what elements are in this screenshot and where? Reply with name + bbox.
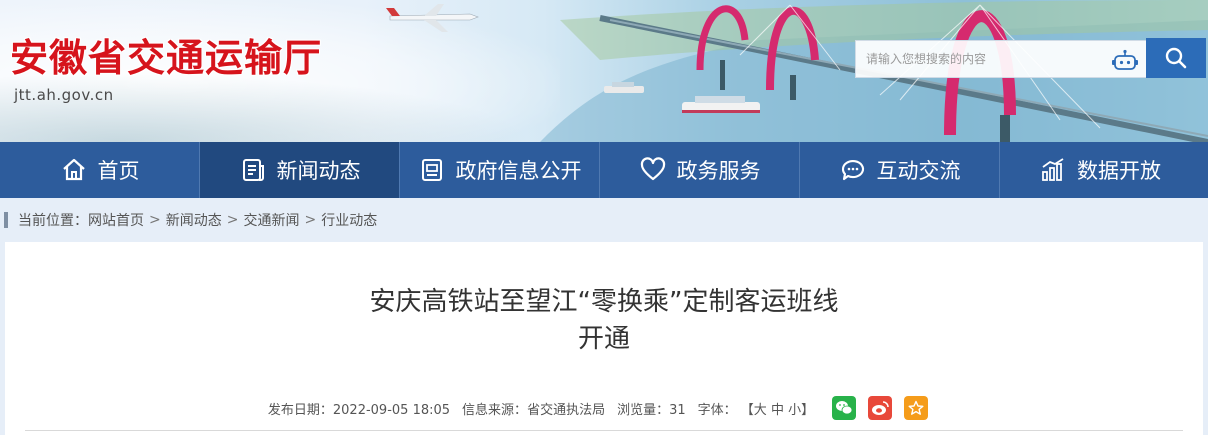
font-size-medium[interactable]: 中: [771, 403, 784, 418]
view-count: 浏览量：31: [617, 399, 686, 418]
font-size-large[interactable]: 【大: [741, 403, 767, 418]
breadcrumb: 当前位置： 网站首页 > 新闻动态 > 交通新闻 > 行业动态: [0, 198, 1208, 242]
article-title: 安庆高铁站至望江“零换乘”定制客运班线 开通: [5, 284, 1203, 358]
nav-item-label: 政务服务: [676, 159, 761, 183]
search-input[interactable]: [856, 41, 1106, 77]
nav-item-label: 首页: [97, 159, 140, 183]
site-title[interactable]: 安徽省交通运输厅: [10, 27, 322, 82]
weibo-icon: [872, 401, 889, 415]
breadcrumb-separator: >: [304, 212, 317, 228]
nav-item-label: 政府信息公开: [455, 159, 582, 183]
breadcrumb-traffic-news-link[interactable]: 交通新闻: [243, 210, 299, 230]
chat-icon: [841, 160, 864, 181]
wechat-icon: [836, 401, 853, 415]
breadcrumb-marker: [4, 212, 8, 228]
info-source: 信息来源：省交通执法局: [462, 399, 605, 418]
breadcrumb-news-link[interactable]: 新闻动态: [166, 210, 222, 230]
breadcrumb-home-link[interactable]: 网站首页: [88, 210, 144, 230]
star-icon: [908, 400, 924, 415]
article-meta: 发布日期：2022-09-05 18:05 信息来源：省交通执法局 浏览量：31…: [5, 395, 1203, 421]
news-icon: [242, 159, 264, 181]
article-divider: [25, 430, 1183, 431]
view-count-label: 浏览量：: [617, 402, 670, 418]
main-nav: 首页 新闻动态 政府信息公开 政务服务 互动交流 数据开放: [0, 142, 1208, 198]
nav-item-gov-info[interactable]: 政府信息公开: [400, 142, 600, 198]
search-icon: [1165, 47, 1187, 69]
search-button[interactable]: [1146, 38, 1206, 78]
heart-icon: [640, 157, 665, 181]
publish-date: 发布日期：2022-09-05 18:05: [268, 399, 450, 418]
favorite-button[interactable]: [904, 396, 929, 420]
nav-item-open-data[interactable]: 数据开放: [1000, 142, 1200, 198]
article-panel: 安庆高铁站至望江“零换乘”定制客运班线 开通 发布日期：2022-09-05 1…: [5, 242, 1203, 435]
publish-date-value: 2022-09-05 18:05: [332, 402, 451, 418]
font-size-small[interactable]: 小】: [788, 403, 814, 418]
nav-item-label: 新闻动态: [276, 159, 361, 183]
nav-item-label: 数据开放: [1077, 159, 1161, 183]
nav-item-interaction[interactable]: 互动交流: [800, 142, 1000, 198]
breadcrumb-industry-link[interactable]: 行业动态: [321, 210, 377, 230]
breadcrumb-prefix: 当前位置：: [18, 213, 88, 229]
nav-item-home[interactable]: 首页: [0, 142, 200, 198]
font-size-label: 字体：: [697, 402, 737, 418]
article-title-line1: 安庆高铁站至望江“零换乘”定制客运班线: [369, 287, 839, 317]
font-size-controls: 字体： 【大 中 小】: [698, 399, 814, 418]
share-weibo-button[interactable]: [868, 396, 893, 420]
info-source-label: 信息来源：: [462, 402, 528, 418]
article-title-line2: 开通: [577, 324, 630, 354]
nav-item-services[interactable]: 政务服务: [600, 142, 800, 198]
document-icon: [421, 159, 442, 181]
nav-item-label: 互动交流: [876, 159, 961, 183]
robot-assistant-icon[interactable]: [1112, 49, 1138, 71]
breadcrumb-separator: >: [149, 212, 161, 228]
header-banner: 安徽省交通运输厅 jtt.ah.gov.cn: [0, 0, 1208, 142]
site-domain: jtt.ah.gov.cn: [14, 86, 114, 104]
view-count-value: 31: [669, 402, 686, 418]
home-icon: [62, 158, 85, 181]
publish-date-label: 发布日期：: [267, 402, 333, 418]
share-wechat-button[interactable]: [832, 396, 857, 420]
breadcrumb-separator: >: [226, 212, 239, 228]
nav-item-news[interactable]: 新闻动态: [200, 142, 400, 198]
search-box: [855, 40, 1147, 78]
info-source-value: 省交通执法局: [527, 402, 606, 418]
data-chart-icon: [1042, 158, 1064, 181]
